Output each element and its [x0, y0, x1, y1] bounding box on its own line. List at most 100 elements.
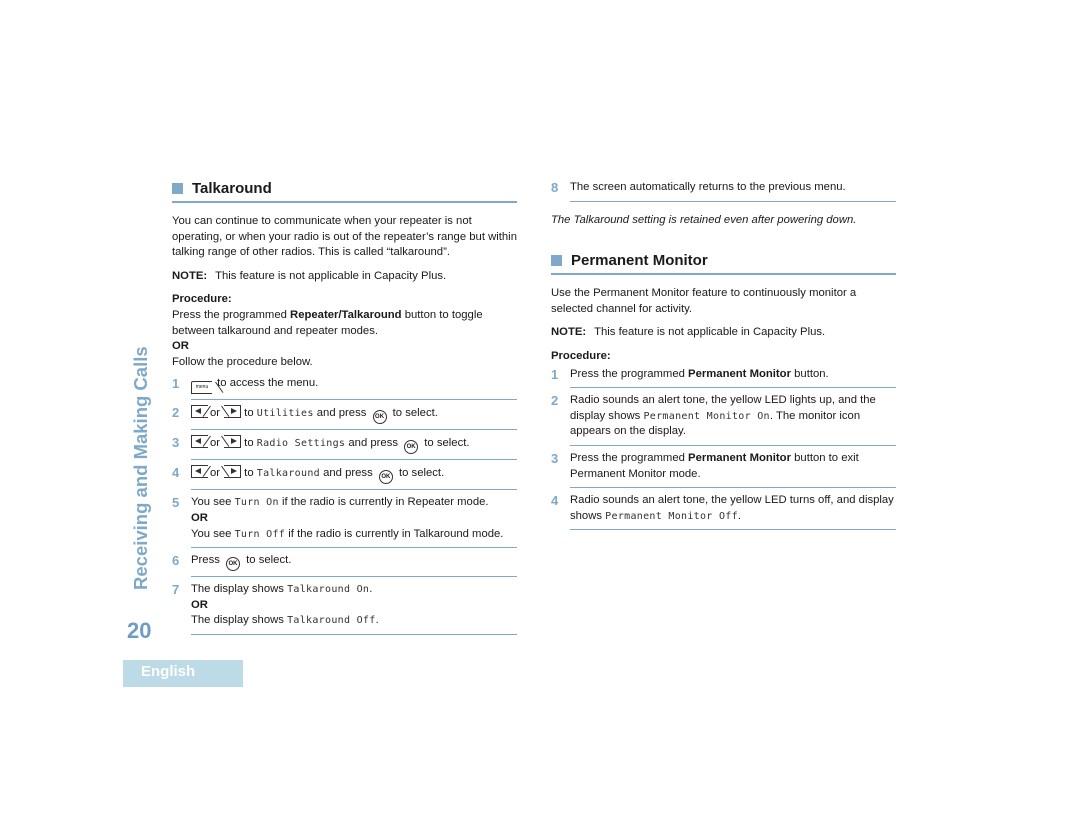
or-label: OR [191, 598, 208, 611]
to-text: to [241, 467, 257, 480]
or-label: OR [191, 511, 208, 524]
step-option-a: The display shows Talkaround On. [191, 582, 517, 598]
to-text: to [241, 437, 257, 450]
chapter-title: Receiving and Making Calls [130, 346, 151, 590]
procedure-label: Procedure: [172, 293, 232, 306]
step-option-b: You see Turn Off if the radio is current… [191, 527, 517, 543]
press-text: and press [345, 437, 402, 450]
intro-paragraph: Use the Permanent Monitor feature to con… [551, 287, 857, 315]
display-text: Turn Off [234, 528, 286, 540]
step-number: 1 [551, 366, 559, 382]
display-text: Permanent Monitor On [643, 410, 770, 422]
note-label: NOTE: [551, 326, 587, 339]
step-number: 7 [172, 582, 180, 598]
step: 2 Radio sounds an alert tone, the yellow… [551, 393, 896, 451]
note-label: NOTE: [172, 269, 208, 282]
intro-paragraph: You can continue to communicate when you… [172, 215, 517, 259]
section-heading: Talkaround [172, 180, 517, 203]
step: 4 Radio sounds an alert tone, the yellow… [551, 493, 896, 535]
text: . [375, 614, 379, 627]
or-label: OR [172, 340, 189, 353]
procedure-pre: Press the programmed [172, 308, 291, 321]
text: button. [790, 367, 829, 380]
step-number: 8 [551, 180, 559, 195]
select-text: to select. [421, 437, 470, 450]
text: if the radio is currently in Repeater mo… [278, 496, 489, 509]
step-text: to access the menu. [214, 377, 319, 390]
to-text: to [241, 407, 257, 420]
permanent-monitor-section: Permanent Monitor Use the Permanent Moni… [551, 252, 896, 535]
note-text: This feature is not applicable in Capaci… [594, 326, 826, 339]
text: The display shows [191, 614, 288, 627]
text: The display shows [191, 583, 288, 596]
left-navigation-key-icon [191, 405, 208, 419]
step-number: 3 [551, 450, 559, 466]
press-text: and press [319, 467, 376, 480]
step-number: 2 [172, 405, 180, 421]
text: Press the programmed [570, 367, 689, 380]
select-text: to select. [389, 407, 438, 420]
procedure-label: Procedure: [551, 349, 611, 362]
procedure-text: Press the programmed Repeater/Talkaround… [172, 308, 517, 339]
display-text: Talkaround [256, 468, 320, 480]
step: 1 Press the programmed Permanent Monitor… [551, 367, 896, 394]
step: 4 or to Talkaround and press OK to selec… [172, 465, 517, 495]
step-number: 1 [172, 376, 180, 392]
display-text: Talkaround Off [287, 615, 376, 627]
left-navigation-key-icon [191, 435, 208, 449]
step: 5 You see Turn On if the radio is curren… [172, 495, 517, 553]
permanent-monitor-steps: 1 Press the programmed Permanent Monitor… [551, 367, 896, 536]
page-number: 20 [127, 618, 152, 643]
select-text: to select. [395, 467, 445, 480]
heading-square-icon [172, 183, 183, 194]
press-text: and press [313, 407, 370, 420]
talkaround-steps: 1 menu to access the menu. 2 or to Utili… [172, 376, 517, 640]
text: if the radio is currently in Talkaround … [285, 527, 504, 540]
menu-key-icon: menu [191, 381, 212, 395]
text: . [369, 583, 373, 596]
text: You see [191, 527, 235, 540]
step-number: 3 [172, 435, 180, 451]
step: 1 menu to access the menu. [172, 376, 517, 405]
right-navigation-key-icon [224, 405, 242, 419]
text: Press the programmed [570, 451, 689, 464]
step-number: 5 [172, 495, 180, 511]
note: NOTE: This feature is not applicable in … [551, 325, 896, 341]
note-text: This feature is not applicable in Capaci… [215, 269, 447, 282]
step-number: 2 [551, 393, 559, 409]
step-text: The screen automatically returns to the … [570, 180, 896, 202]
procedure-button-name: Repeater/Talkaround [290, 308, 402, 321]
follow-text: Follow the procedure below. [172, 355, 313, 368]
or-text: or [210, 467, 221, 480]
or-text: or [210, 437, 221, 450]
step: 3 or to Radio Settings and press OK to s… [172, 435, 517, 465]
display-text: Utilities [256, 408, 314, 420]
step: 3 Press the programmed Permanent Monitor… [551, 451, 896, 493]
section-heading: Permanent Monitor [551, 252, 896, 276]
display-text: Talkaround On [287, 584, 370, 596]
step-option-b: The display shows Talkaround Off. [191, 613, 517, 629]
ok-key-icon: OK [404, 440, 419, 455]
display-text: Turn On [234, 497, 279, 509]
ok-key-icon: OK [226, 557, 241, 572]
heading-square-icon [551, 255, 562, 267]
step: 7 The display shows Talkaround On. OR Th… [172, 582, 517, 640]
step: 8 The screen automatically returns to th… [551, 180, 896, 207]
text: . [737, 509, 742, 522]
ok-key-icon: OK [378, 470, 393, 485]
or-text: or [210, 407, 221, 420]
step-number: 6 [172, 553, 180, 569]
heading-text: Permanent Monitor [571, 252, 708, 270]
right-navigation-key-icon [224, 465, 242, 479]
retained-note: The Talkaround setting is retained even … [551, 213, 857, 226]
button-name: Permanent Monitor [688, 451, 791, 464]
right-column: 8 The screen automatically returns to th… [551, 180, 896, 535]
heading-text: Talkaround [192, 180, 272, 197]
left-navigation-key-icon [191, 465, 208, 479]
note: NOTE: This feature is not applicable in … [172, 269, 517, 285]
language-tab: English [123, 660, 243, 687]
display-text: Permanent Monitor Off [605, 510, 738, 522]
step-number: 4 [551, 493, 559, 509]
button-name: Permanent Monitor [688, 367, 791, 380]
step: 6 Press OK to select. [172, 553, 517, 582]
